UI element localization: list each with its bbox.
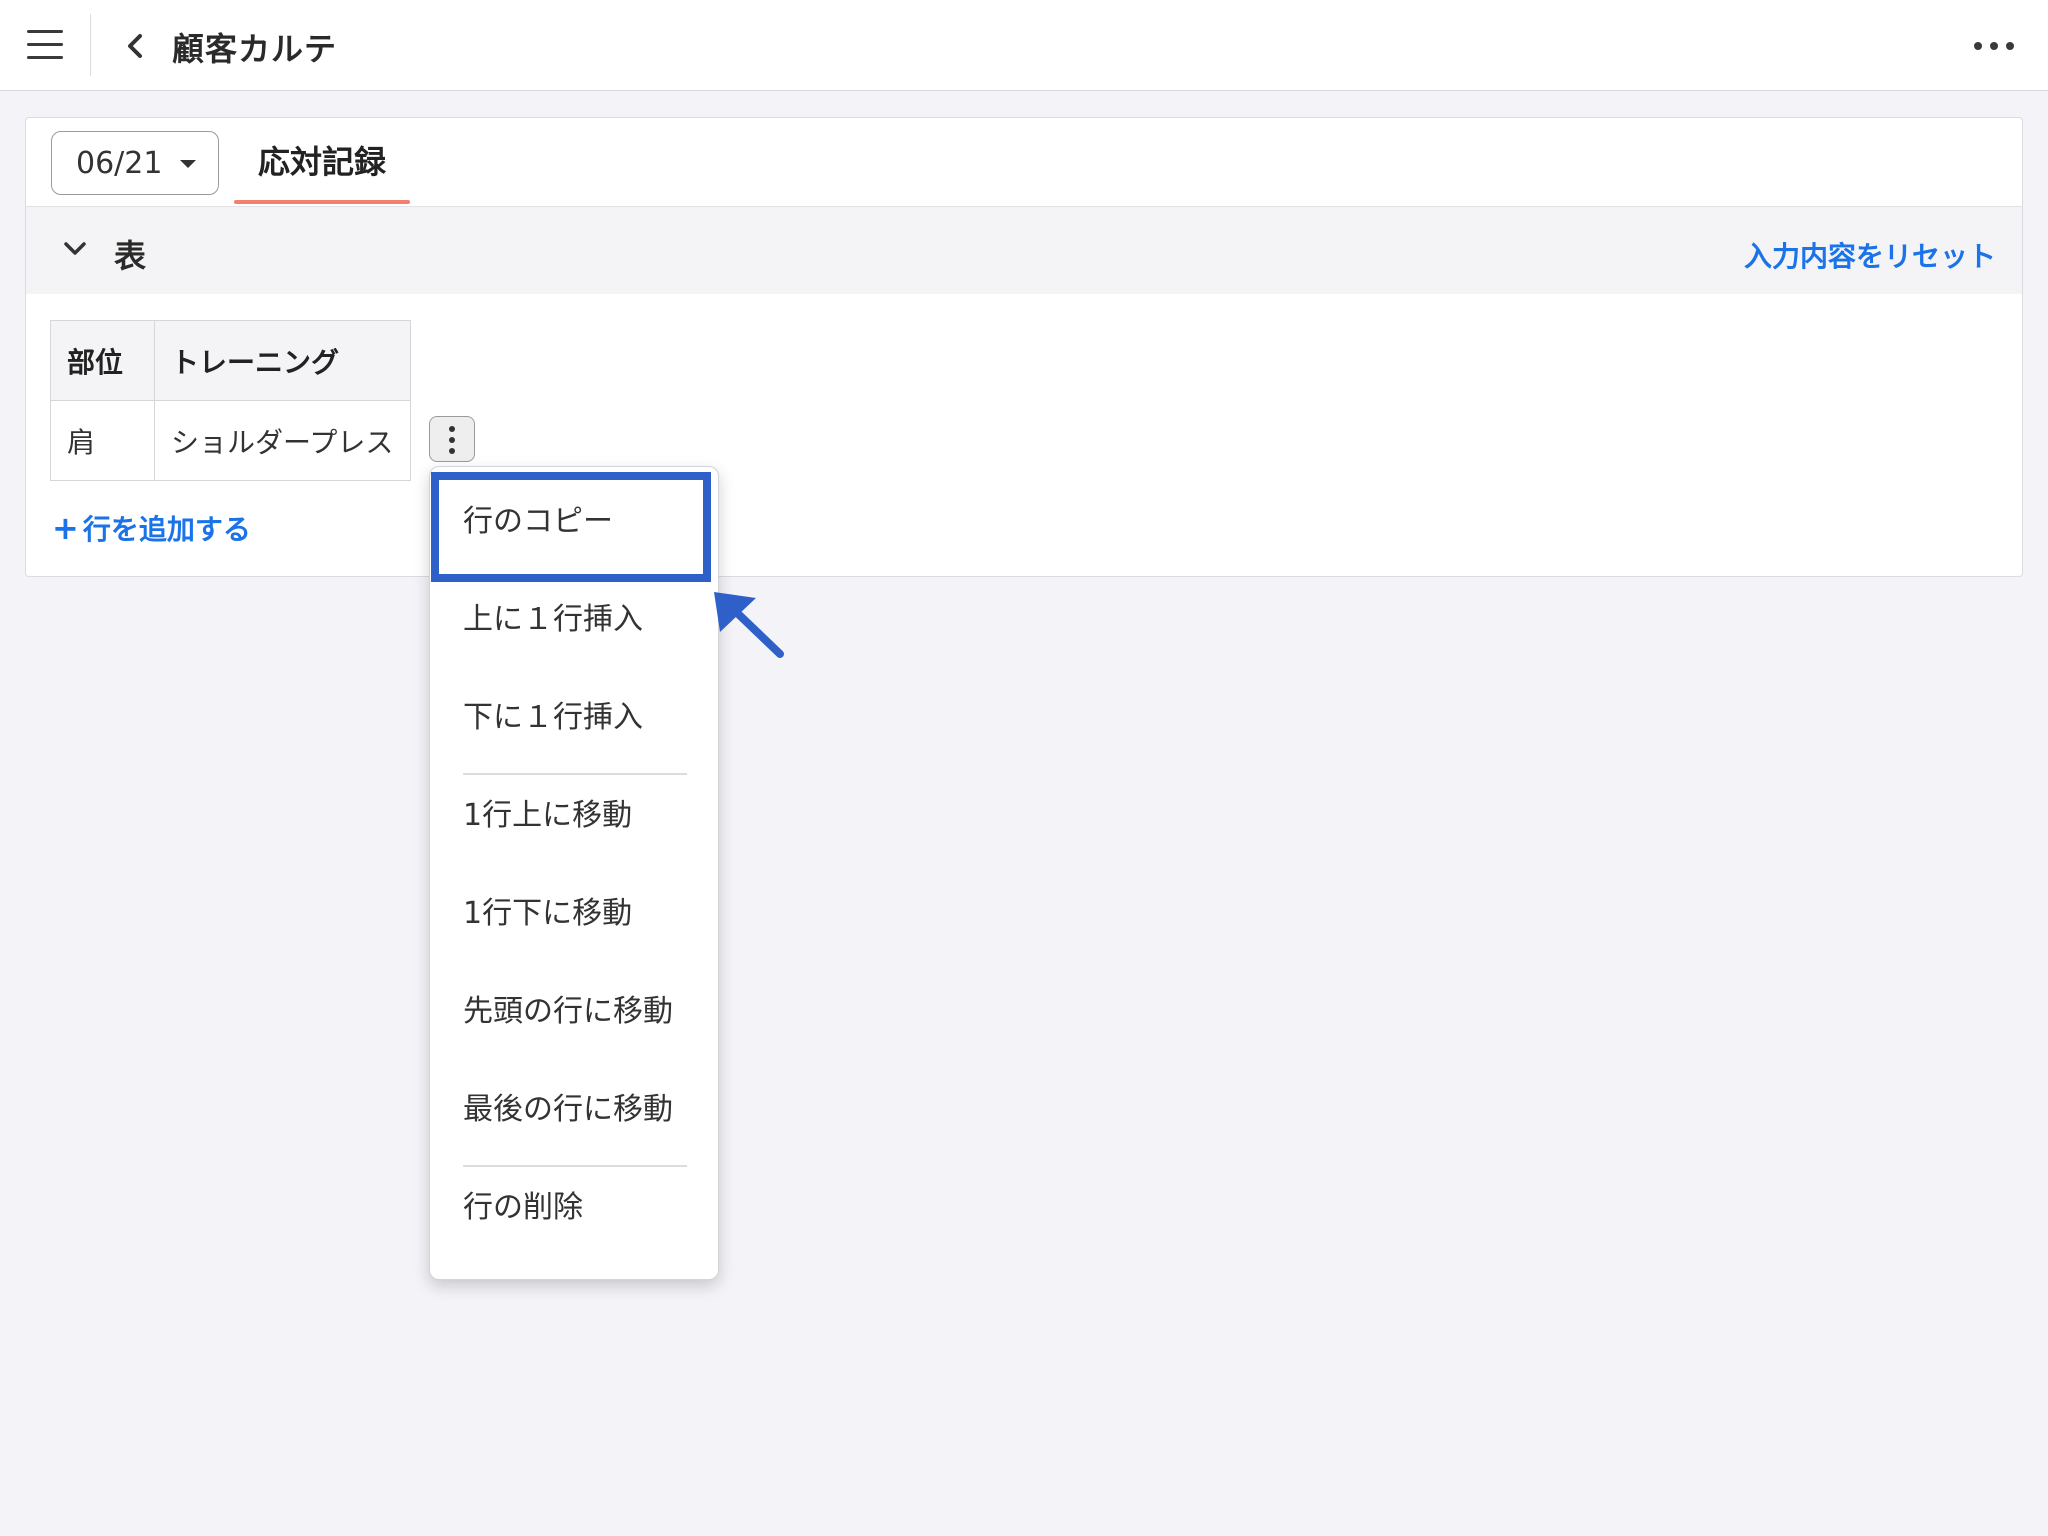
row-menu-button[interactable] (429, 416, 475, 462)
add-row-label: 行を追加する (82, 513, 251, 546)
app-header: 顧客カルテ (0, 0, 2048, 91)
caret-down-icon (180, 160, 196, 168)
menu-item-delete-row[interactable]: 行の削除 (430, 1159, 720, 1257)
training-table: 部位 トレーニング 肩 ショルダープレス (50, 320, 411, 481)
hamburger-menu-icon[interactable] (27, 30, 63, 60)
record-card: 06/21 応対記録 表 入力内容をリセット 部位 トレーニング 肩 ショルダー… (25, 117, 2023, 577)
date-select[interactable]: 06/21 (51, 131, 219, 195)
more-options-icon[interactable] (1974, 42, 2014, 50)
reset-input-link[interactable]: 入力内容をリセット (1744, 235, 1996, 275)
pointer-arrow-icon (714, 592, 784, 658)
menu-item-insert-below[interactable]: 下に１行挿入 (430, 669, 720, 767)
cell-part[interactable]: 肩 (50, 400, 155, 481)
menu-item-move-to-top[interactable]: 先頭の行に移動 (430, 963, 720, 1061)
section-header: 表 入力内容をリセット (26, 206, 2022, 294)
table-header-row: 部位 トレーニング (50, 320, 411, 401)
page-title: 顧客カルテ (172, 30, 338, 68)
section-title: 表 (114, 237, 147, 275)
tab-label: 応対記録 (257, 143, 386, 181)
column-header-training: トレーニング (154, 320, 411, 401)
cell-training[interactable]: ショルダープレス (154, 400, 411, 481)
menu-item-move-up[interactable]: 1行上に移動 (430, 767, 720, 865)
header-divider (90, 14, 91, 76)
row-context-menu: 行のコピー 上に１行挿入 下に１行挿入 1行上に移動 1行下に移動 先頭の行に移… (429, 466, 719, 1280)
tab-response-record[interactable]: 応対記録 (234, 138, 410, 204)
menu-item-move-to-bottom[interactable]: 最後の行に移動 (430, 1061, 720, 1159)
date-select-value: 06/21 (76, 146, 163, 181)
menu-item-move-down[interactable]: 1行下に移動 (430, 865, 720, 963)
menu-item-copy-row[interactable]: 行のコピー (430, 473, 720, 571)
tab-active-indicator (234, 200, 410, 204)
column-header-part: 部位 (50, 320, 155, 401)
plus-icon: + (52, 509, 79, 547)
collapse-chevron-icon[interactable] (62, 235, 88, 261)
add-row-button[interactable]: + 行を追加する (52, 508, 251, 548)
table-row: 肩 ショルダープレス (50, 400, 411, 481)
menu-item-insert-above[interactable]: 上に１行挿入 (430, 571, 720, 669)
back-chevron-icon[interactable] (120, 28, 150, 64)
